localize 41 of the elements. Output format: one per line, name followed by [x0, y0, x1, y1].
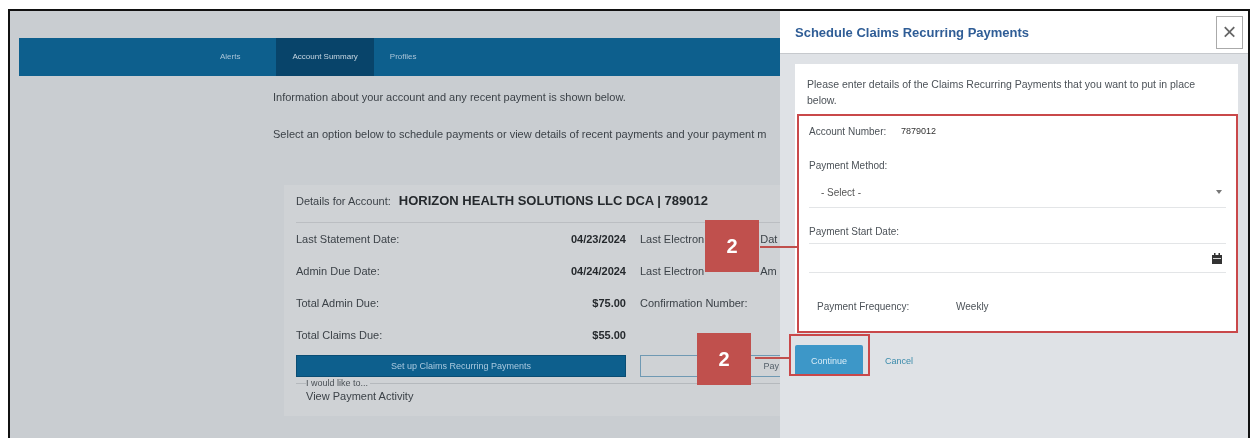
setup-button[interactable]: Set up Claims Recurring Payments: [296, 355, 626, 377]
method-dropdown[interactable]: - Select -: [809, 177, 1226, 208]
field-value: $75.00: [591, 297, 626, 309]
field-label: Last Electron: [640, 233, 705, 245]
leader-line: [755, 357, 790, 359]
nav-tab[interactable]: Account Summary: [276, 38, 374, 76]
field-label: Last Statement Date:: [296, 233, 401, 245]
field-label: Total Admin Due:: [296, 297, 381, 309]
intro-text: Information about your account and any recent payment is shown below.: [273, 91, 627, 105]
account-name: HORIZON HEALTH SOLUTIONS LLC DCA | 789012: [398, 193, 708, 208]
field-value: 04/24/2024: [569, 265, 626, 277]
caret-icon: [1216, 190, 1222, 194]
field-label: Total Claims Due:: [296, 329, 384, 341]
field-label: Admin Due Date:: [296, 265, 381, 277]
field-value: $55.00: [591, 329, 626, 341]
dialog-title: Schedule Claims Recurring Payments: [795, 24, 1030, 40]
close-button[interactable]: ×: [1216, 15, 1243, 49]
date-field[interactable]: [809, 243, 1226, 273]
field-label: Payment Frequency:: [817, 300, 911, 312]
option-link[interactable]: View Payment Activity: [306, 390, 780, 402]
field-value: 7879012: [901, 126, 937, 136]
nav-tab[interactable]: Profiles: [373, 38, 433, 76]
field-value: 04/23/2024: [569, 233, 626, 245]
option-legend: I would like to...: [306, 378, 371, 388]
field-label: Payment Start Date:: [809, 226, 901, 237]
cancel-link[interactable]: Cancel: [885, 355, 913, 366]
step-callout: 2: [705, 220, 759, 272]
nav-tab[interactable]: Alerts: [204, 38, 257, 76]
step-callout: 2: [697, 333, 751, 385]
field-label: Payment Method:: [809, 160, 889, 171]
field-label: Confirmation Number:: [640, 297, 748, 309]
field-value: Weekly: [956, 300, 989, 312]
field-label: Last Electron: [640, 265, 705, 277]
continue-button[interactable]: Continue: [795, 345, 863, 376]
dialog-intro: Please enter details of the Claims Recurring Payments that you want to put in place below.: [807, 77, 1197, 108]
field-label: Dat: [760, 233, 778, 245]
field-label: Am: [760, 265, 777, 277]
field-label: Account Number:: [809, 125, 888, 137]
intro-text: Select an option below to schedule payments or view details of recent payments and your payment m: [273, 128, 768, 142]
calendar-icon: [1212, 252, 1222, 264]
account-label: Details for Account:: [296, 195, 391, 207]
